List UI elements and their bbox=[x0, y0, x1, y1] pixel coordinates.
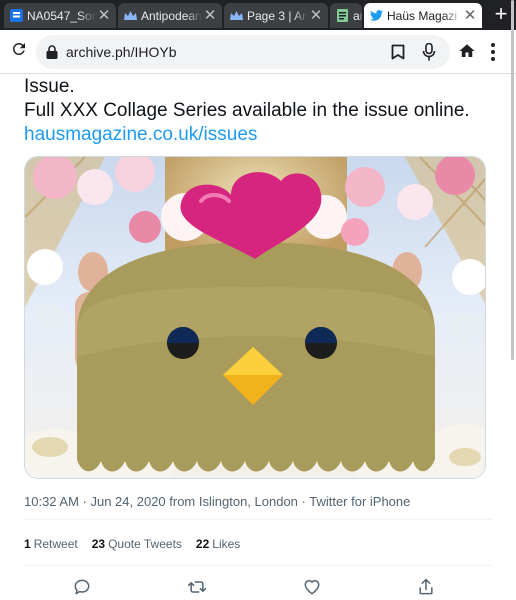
scrollbar[interactable] bbox=[511, 0, 514, 360]
tab-title: NA0547_Son bbox=[27, 8, 96, 23]
microphone-icon[interactable] bbox=[422, 43, 436, 61]
bookmark-icon[interactable] bbox=[391, 44, 405, 60]
tweet-text-line: Issue. bbox=[24, 76, 75, 97]
tab-title: Page 3 | Antip bbox=[247, 8, 308, 23]
share-icon[interactable] bbox=[416, 577, 436, 597]
close-icon[interactable]: ✕ bbox=[96, 8, 112, 23]
more-menu-icon[interactable] bbox=[490, 42, 496, 62]
tweet-stats: 1 Retweet 23 Quote Tweets 22 Likes bbox=[24, 537, 240, 551]
tab-title: arc bbox=[353, 8, 362, 23]
reply-icon[interactable] bbox=[72, 577, 92, 597]
document-icon bbox=[336, 9, 349, 22]
like-count-label: Likes bbox=[212, 537, 241, 551]
lock-icon[interactable] bbox=[46, 45, 58, 59]
divider bbox=[24, 565, 492, 566]
close-icon[interactable]: ✕ bbox=[202, 8, 218, 23]
tweet-timestamp[interactable]: 10:32 AM · Jun 24, 2020 from Islington, … bbox=[24, 494, 410, 509]
close-icon[interactable]: ✕ bbox=[462, 8, 478, 23]
address-bar[interactable]: archive.ph/IHOYb bbox=[36, 35, 450, 69]
tab-0[interactable]: NA0547_Son ✕ bbox=[4, 3, 116, 28]
archive-icon bbox=[10, 9, 23, 22]
quote-count-label: Quote Tweets bbox=[108, 537, 182, 551]
tweet-link[interactable]: hausmagazine.co.uk/issues bbox=[24, 123, 470, 147]
like-count-value: 22 bbox=[195, 537, 210, 551]
collage-image bbox=[25, 157, 485, 478]
close-icon[interactable]: ✕ bbox=[308, 8, 324, 23]
reload-icon[interactable] bbox=[10, 40, 28, 58]
tweet: Issue. Full XXX Collage Series available… bbox=[0, 75, 516, 600]
crown-icon bbox=[230, 9, 243, 22]
like-count[interactable]: 22 Likes bbox=[196, 537, 240, 551]
tweet-text: Issue. Full XXX Collage Series available… bbox=[24, 75, 470, 147]
browser-toolbar: archive.ph/IHOYb bbox=[0, 30, 516, 74]
retweet-count[interactable]: 1 Retweet bbox=[24, 537, 78, 551]
retweet-count-value: 1 bbox=[24, 537, 31, 551]
like-icon[interactable] bbox=[302, 577, 322, 597]
tweet-actions bbox=[24, 575, 486, 599]
retweet-icon[interactable] bbox=[187, 577, 207, 597]
tab-4-active[interactable]: Haüs Magazi ✕ bbox=[364, 3, 482, 28]
tab-title: Antipodean fr bbox=[141, 8, 202, 23]
twitter-bird-icon bbox=[370, 9, 383, 22]
home-icon[interactable] bbox=[458, 42, 476, 60]
divider bbox=[24, 519, 492, 520]
tweet-media[interactable] bbox=[24, 156, 486, 479]
crown-icon bbox=[124, 9, 137, 22]
quote-tweet-count[interactable]: 23 Quote Tweets bbox=[92, 537, 182, 551]
tab-3[interactable]: arc bbox=[330, 3, 362, 28]
tab-2[interactable]: Page 3 | Antip ✕ bbox=[224, 3, 328, 28]
tab-title: Haüs Magazi bbox=[387, 8, 458, 23]
tweet-text-line: Full XXX Collage Series available in the… bbox=[24, 100, 470, 121]
url-text[interactable]: archive.ph/IHOYb bbox=[66, 44, 177, 60]
tab-1[interactable]: Antipodean fr ✕ bbox=[118, 3, 222, 28]
tab-strip: NA0547_Son ✕ Antipodean fr ✕ Page 3 | An… bbox=[0, 0, 516, 30]
quote-count-value: 23 bbox=[91, 537, 106, 551]
retweet-count-label: Retweet bbox=[33, 537, 78, 551]
